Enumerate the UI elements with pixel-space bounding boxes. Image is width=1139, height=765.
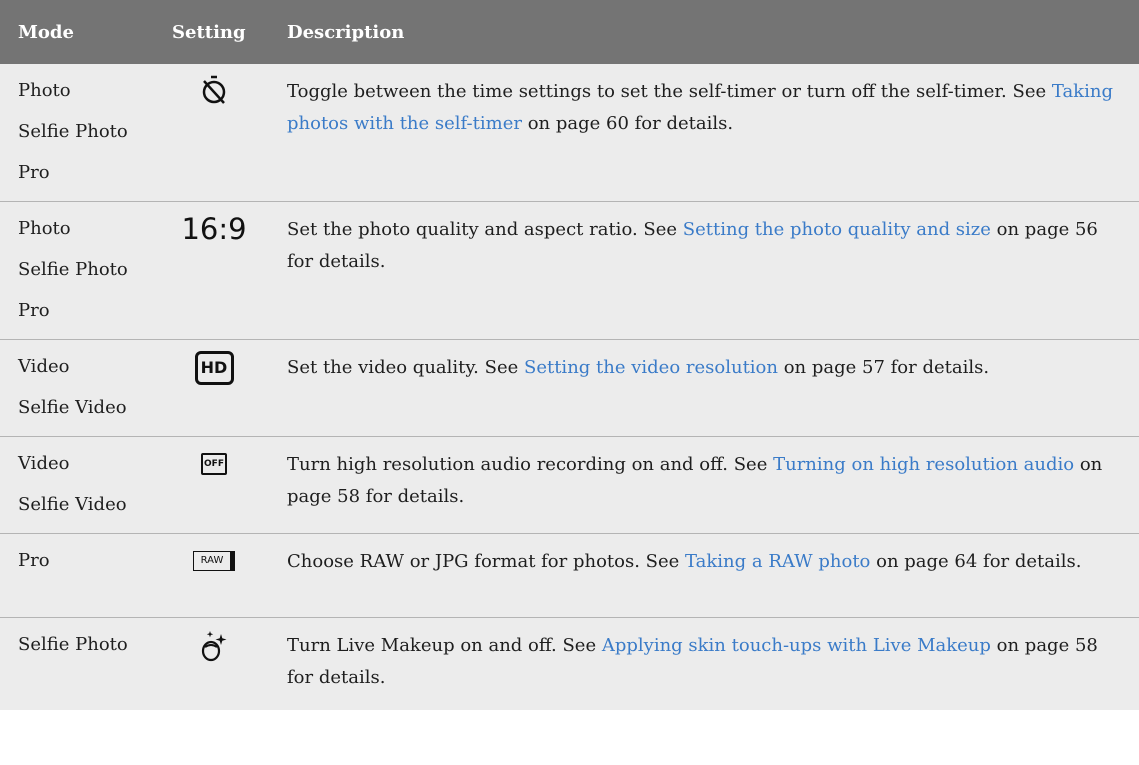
description-cell: Turn high resolution audio recording on … — [274, 437, 1139, 534]
mode-cell: Video Selfie Video — [0, 340, 154, 437]
description-text: on page 64 for details. — [870, 551, 1082, 572]
description-text: on page 57 for details. — [778, 357, 990, 378]
description-cell: Set the video quality. See Setting the v… — [274, 340, 1139, 437]
mode-label: Video — [18, 453, 70, 474]
mode-label: Photo — [18, 218, 71, 239]
description-text: Set the video quality. See — [287, 357, 524, 378]
header-mode: Mode — [18, 21, 74, 43]
table-header-row: Mode Setting Description — [0, 0, 1139, 64]
table-row: Video Selfie Video OFF Turn high resolut… — [0, 436, 1139, 534]
table-row: Photo Selfie Photo Pro 16:9 Set the phot… — [0, 201, 1139, 340]
page-link[interactable]: Applying skin touch-ups with Live Makeup — [602, 635, 991, 656]
page-link[interactable]: Setting the video resolution — [524, 357, 778, 378]
description-cell: Toggle between the time settings to set … — [274, 64, 1139, 202]
mode-cell: Photo Selfie Photo Pro — [0, 202, 154, 340]
self-timer-off-icon — [201, 75, 227, 113]
description-cell: Turn Live Makeup on and off. See Applyin… — [274, 618, 1139, 710]
settings-table: Mode Setting Description Photo Selfie Ph… — [0, 0, 1139, 710]
description-text: Turn Live Makeup on and off. See — [287, 635, 602, 656]
mode-label: Photo — [18, 80, 71, 101]
description-text: on page 60 for details. — [521, 113, 734, 134]
setting-cell: RAW — [154, 534, 274, 618]
page-link[interactable]: Taking a RAW photo — [685, 551, 870, 572]
raw-format-icon: RAW — [193, 551, 235, 571]
mode-cell: Video Selfie Video — [0, 437, 154, 534]
setting-cell — [154, 64, 274, 202]
header-description: Description — [287, 21, 405, 43]
description-cell: Set the photo quality and aspect ratio. … — [274, 202, 1139, 340]
description-text: Toggle between the time settings to set … — [287, 81, 1052, 102]
mode-label: Selfie Photo — [18, 259, 128, 280]
hi-res-audio-off-icon: OFF — [201, 453, 227, 475]
mode-cell: Photo Selfie Photo Pro — [0, 64, 154, 202]
aspect-ratio-icon: 16:9 — [181, 212, 247, 246]
mode-label: Pro — [18, 300, 50, 321]
table-row: Photo Selfie Photo Pro Toggle between th… — [0, 64, 1139, 202]
live-makeup-icon — [199, 629, 229, 671]
page-link[interactable]: Setting the photo quality and size — [683, 219, 991, 240]
table-row: Pro RAW Choose RAW or JPG format for pho… — [0, 533, 1139, 618]
mode-label: Video — [18, 356, 70, 377]
hd-video-icon: HD — [194, 351, 234, 385]
mode-label: Selfie Video — [18, 397, 127, 418]
mode-cell: Selfie Photo — [0, 618, 154, 710]
mode-label: Selfie Photo — [18, 634, 128, 655]
description-cell: Choose RAW or JPG format for photos. See… — [274, 534, 1139, 618]
mode-label: Selfie Photo — [18, 121, 128, 142]
mode-label: Selfie Video — [18, 494, 127, 515]
setting-cell — [154, 618, 274, 710]
description-text: Turn high resolution audio recording on … — [287, 454, 774, 475]
mode-label: Pro — [18, 550, 50, 571]
table-row: Selfie Photo Turn Live Makeup on and off… — [0, 617, 1139, 710]
setting-cell: OFF — [154, 437, 274, 534]
setting-cell: HD — [154, 340, 274, 437]
header-setting: Setting — [172, 21, 246, 43]
page-link[interactable]: Turning on high resolution audio — [773, 454, 1074, 475]
table-row: Video Selfie Video HD Set the video qual… — [0, 339, 1139, 437]
mode-cell: Pro — [0, 534, 154, 618]
mode-label: Pro — [18, 162, 50, 183]
description-text: Set the photo quality and aspect ratio. … — [287, 219, 683, 240]
description-text: Choose RAW or JPG format for photos. See — [287, 551, 686, 572]
setting-cell: 16:9 — [154, 202, 274, 340]
